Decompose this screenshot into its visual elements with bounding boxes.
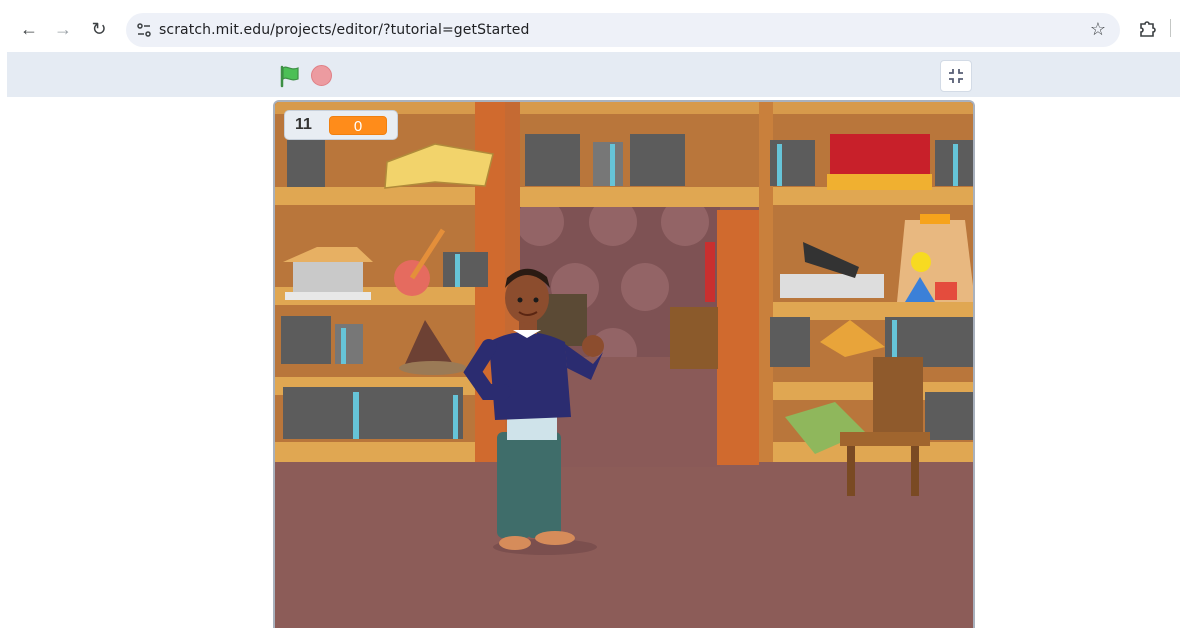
forward-arrow-icon: → bbox=[54, 18, 72, 39]
reload-icon: ↻ bbox=[91, 18, 107, 39]
bookmark-star-icon[interactable]: ☆ bbox=[1090, 19, 1106, 40]
back-button[interactable]: ← bbox=[16, 16, 42, 42]
library-backdrop bbox=[275, 102, 973, 628]
toolbar-divider bbox=[1170, 19, 1171, 37]
exit-fullscreen-icon bbox=[949, 69, 963, 83]
reload-button[interactable]: ↻ bbox=[86, 16, 112, 42]
exit-fullscreen-button[interactable] bbox=[940, 60, 972, 92]
back-arrow-icon: ← bbox=[20, 18, 38, 39]
url-text: scratch.mit.edu/projects/editor/?tutoria… bbox=[159, 22, 530, 38]
site-settings-icon[interactable] bbox=[136, 22, 152, 38]
stage-header bbox=[7, 52, 1180, 97]
extensions-puzzle-icon[interactable] bbox=[1138, 18, 1158, 38]
stop-icon[interactable] bbox=[311, 65, 332, 86]
monitor-value: 0 bbox=[329, 116, 387, 135]
browser-toolbar: ← → ↻ scratch.mit.edu/projects/editor/?t… bbox=[0, 0, 1185, 52]
stage-canvas[interactable] bbox=[273, 100, 975, 628]
green-flag-icon[interactable] bbox=[278, 64, 302, 88]
variable-monitor[interactable]: 11 0 bbox=[284, 110, 398, 140]
address-bar[interactable]: scratch.mit.edu/projects/editor/?tutoria… bbox=[126, 13, 1120, 47]
forward-button[interactable]: → bbox=[50, 16, 76, 42]
monitor-label: 11 bbox=[295, 116, 312, 133]
